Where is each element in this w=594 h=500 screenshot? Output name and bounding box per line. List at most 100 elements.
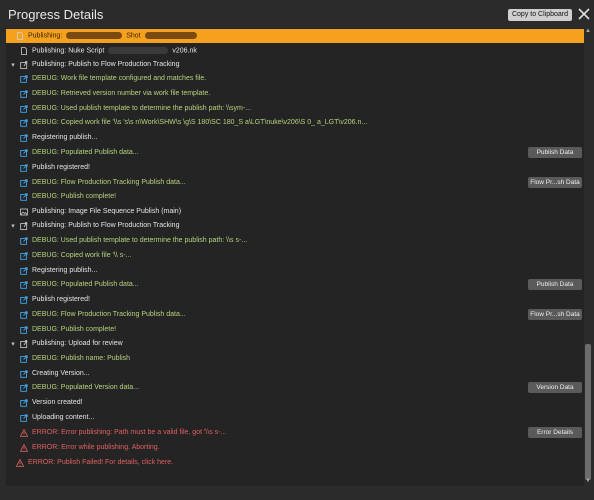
log-row[interactable]: Publishing: Shot (6, 29, 584, 43)
log-row-with-button[interactable]: DEBUG: Flow Production Tracking Publish … (6, 176, 584, 190)
log-row-text: Uploading content... (32, 414, 95, 421)
log-row-text: Registering publish... (32, 134, 98, 141)
warning-icon (19, 428, 29, 437)
external-link-icon (20, 179, 28, 187)
scroll-down-icon[interactable]: ▼ (585, 478, 591, 486)
row-action-button[interactable]: Version Data (528, 382, 582, 393)
log-row-text: DEBUG: Flow Production Tracking Publish … (32, 179, 186, 186)
log-row-text: DEBUG: Flow Production Tracking Publish … (32, 311, 186, 318)
redacted-text (108, 47, 169, 54)
bottom-bar (0, 486, 594, 500)
row-action-button[interactable]: Error Details (528, 427, 582, 438)
external-link-icon (20, 164, 28, 172)
external-link-icon (20, 193, 28, 201)
external-link-icon (20, 105, 28, 113)
log-row[interactable]: ▾ Publishing: Publish to Flow Production … (6, 58, 584, 72)
progress-list[interactable]: Publishing: Shot Publishing: Nuke Script v2… (6, 28, 584, 486)
expand-toggle-icon[interactable]: ▾ (10, 340, 16, 348)
log-row-text: DEBUG: Used publish template to determin… (32, 237, 248, 244)
row-action-button[interactable]: Publish Data (528, 279, 582, 290)
external-link-icon (20, 399, 28, 407)
log-row[interactable]: Creating Version... (6, 367, 584, 381)
log-row-text: ERROR: Publish Failed! For details, clic… (28, 459, 174, 466)
row-action-button[interactable]: Publish Data (528, 147, 582, 158)
log-row-text: Creating Version... (32, 370, 90, 377)
log-row-text: DEBUG: Publish complete! (32, 326, 117, 333)
redacted-text (66, 32, 123, 39)
log-row[interactable]: DEBUG: Copied work file '\\ s-... (6, 249, 584, 263)
log-row[interactable]: ERROR: Error while publishing. Aborting. (6, 441, 584, 455)
warning-icon (15, 458, 25, 467)
window-title: Progress Details (8, 7, 104, 22)
log-row-text: DEBUG: Publish complete! (32, 193, 117, 200)
external-link-icon (20, 75, 28, 83)
external-link-icon (20, 355, 28, 363)
log-row[interactable]: Registering publish... (6, 131, 584, 145)
log-row[interactable]: DEBUG: Work file template configured and… (6, 72, 584, 86)
log-row-text: Publishing: Publish to Flow Production T… (32, 61, 180, 68)
log-row-text: Publishing: Publish to Flow Production T… (32, 222, 180, 229)
log-row[interactable]: DEBUG: Retrieved version number via work… (6, 87, 584, 101)
log-row[interactable]: Uploading content... (6, 411, 584, 425)
external-link-icon (20, 326, 28, 334)
expand-toggle-icon[interactable]: ▾ (10, 61, 16, 69)
log-row-text: DEBUG: Populated Publish data... (32, 281, 139, 288)
external-link-icon (20, 134, 28, 142)
log-row-with-button[interactable]: DEBUG: Populated Publish data... Publish … (6, 278, 584, 292)
log-row-with-button[interactable]: DEBUG: Flow Production Tracking Publish … (6, 308, 584, 322)
log-row-text: DEBUG: Copied work file '\\s 's\s n\Work… (32, 119, 368, 126)
log-row[interactable]: Registering publish... (6, 264, 584, 278)
row-action-button[interactable]: Flow Pr...sh Data (528, 309, 582, 320)
log-row[interactable]: Publish registered! (6, 293, 584, 307)
log-row[interactable]: DEBUG: Copied work file '\\s 's\s n\Work… (6, 116, 584, 130)
redacted-text (144, 32, 197, 39)
log-row[interactable]: DEBUG: Publish complete! (6, 190, 584, 204)
doc-icon (16, 32, 24, 40)
log-row[interactable]: DEBUG: Publish complete! (6, 323, 584, 337)
row-action-button[interactable]: Flow Pr...sh Data (528, 177, 582, 188)
external-link-icon (20, 149, 28, 157)
external-link-icon (20, 384, 28, 392)
log-row-text: DEBUG: Retrieved version number via work… (32, 90, 211, 97)
warning-icon (19, 443, 29, 452)
external-link-icon (20, 311, 28, 319)
expand-toggle-icon[interactable]: ▾ (10, 222, 16, 230)
log-row[interactable]: ▾ Publishing: Upload for review (6, 337, 584, 351)
log-row-text: Publishing: Nuke Script v206.nk (32, 47, 197, 55)
log-row[interactable]: DEBUG: Publish name: Publish (6, 352, 584, 366)
log-row-text: Publish registered! (32, 296, 90, 303)
close-icon[interactable] (577, 7, 591, 21)
external-link-icon (20, 119, 28, 127)
log-row[interactable]: DEBUG: Used publish template to determin… (6, 102, 584, 116)
log-row-text: DEBUG: Used publish template to determin… (32, 105, 252, 112)
log-row-text: Publish registered! (32, 164, 90, 171)
log-row[interactable]: Publish registered! (6, 161, 584, 175)
log-row-text: DEBUG: Publish name: Publish (32, 355, 131, 362)
log-row[interactable]: ERROR: Publish Failed! For details, clic… (6, 456, 584, 470)
log-row[interactable]: ▾ Publishing: Publish to Flow Production … (6, 219, 584, 233)
log-row-text: Registering publish... (32, 267, 98, 274)
log-row[interactable]: DEBUG: Used publish template to determin… (6, 234, 584, 248)
external-link-icon (20, 296, 28, 304)
doc-icon (20, 47, 28, 55)
image-icon (20, 208, 28, 216)
scroll-up-icon[interactable]: ▲ (585, 28, 591, 36)
log-row[interactable]: Publishing: Nuke Script v206.nk (6, 44, 584, 58)
log-row[interactable]: Version created! (6, 396, 584, 410)
log-row-with-button[interactable]: DEBUG: Populated Version data... Version … (6, 381, 584, 395)
log-row-text: Publishing: Image File Sequence Publish … (32, 208, 182, 215)
external-link-icon (20, 414, 28, 422)
upload-icon (20, 340, 28, 348)
upload-icon (20, 61, 28, 69)
log-row[interactable]: Publishing: Image File Sequence Publish … (6, 205, 584, 219)
log-row-with-button[interactable]: ERROR: Error publishing: Path must be a … (6, 426, 584, 440)
log-row-text: DEBUG: Populated Publish data... (32, 149, 139, 156)
scrollbar[interactable]: ▲ ▼ (584, 28, 592, 486)
upload-icon (20, 222, 28, 230)
external-link-icon (20, 267, 28, 275)
copy-to-clipboard-button[interactable]: Copy to Clipboard (508, 9, 572, 21)
log-row-text: DEBUG: Populated Version data... (32, 384, 140, 391)
log-row-with-button[interactable]: DEBUG: Populated Publish data... Publish … (6, 146, 584, 160)
external-link-icon (20, 252, 28, 260)
scrollbar-thumb[interactable] (585, 344, 591, 480)
